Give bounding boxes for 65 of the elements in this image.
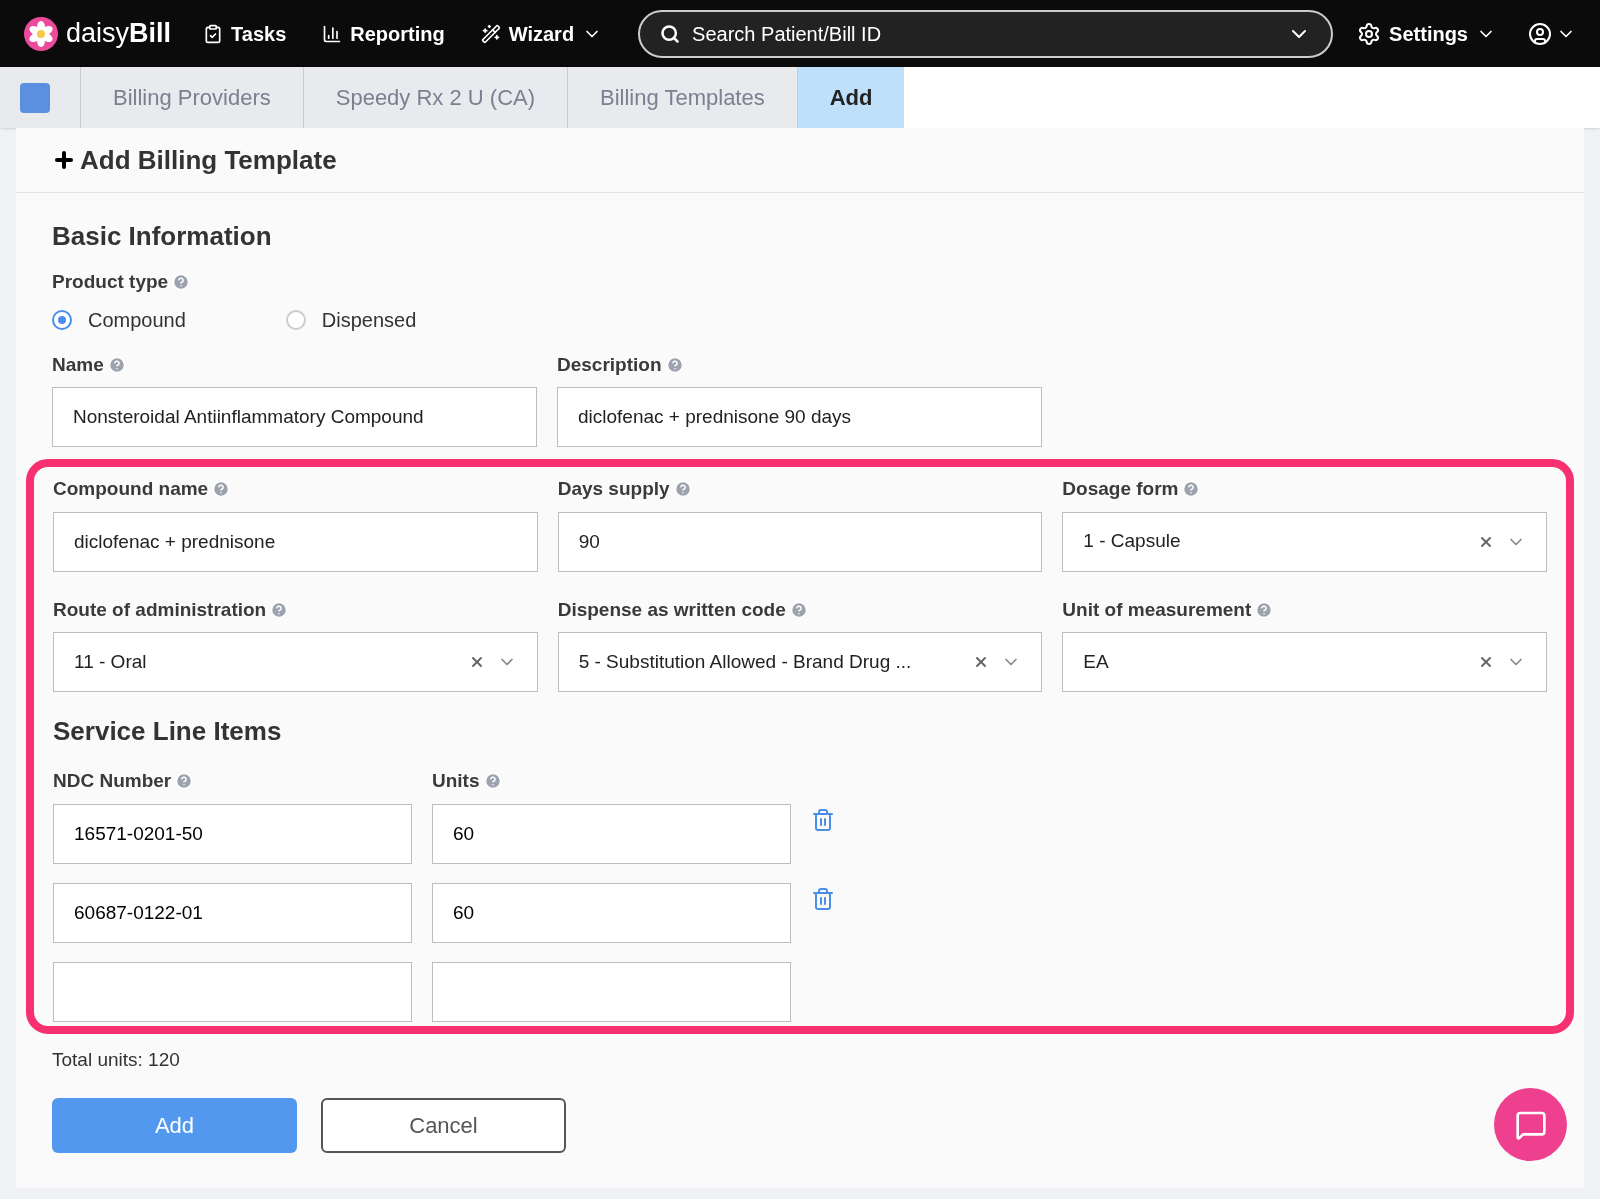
search-icon bbox=[660, 23, 681, 44]
search-field[interactable]: Search Patient/Bill ID bbox=[692, 18, 1276, 49]
units-field[interactable]: 60 bbox=[432, 882, 791, 943]
help-icon[interactable] bbox=[789, 600, 808, 619]
clear-icon[interactable] bbox=[1478, 654, 1494, 670]
field-label: NDC Number bbox=[53, 769, 172, 793]
field-label: Days supply bbox=[557, 477, 670, 501]
select-field[interactable]: 11 - Oral bbox=[53, 632, 538, 692]
magic-wand-icon bbox=[480, 23, 501, 44]
help-icon[interactable] bbox=[1182, 480, 1201, 499]
text-field[interactable]: Nonsteroidal Antiinflammatory Compound bbox=[52, 387, 537, 447]
radio-label: Compound bbox=[88, 307, 186, 333]
field-label: Product type bbox=[52, 270, 169, 294]
radio-button[interactable] bbox=[285, 309, 306, 330]
nav-item[interactable]: Wizard bbox=[480, 18, 603, 49]
field-label: Name bbox=[52, 352, 104, 377]
trash-icon[interactable] bbox=[811, 886, 835, 911]
section-heading: Service Line Items bbox=[53, 715, 283, 748]
text-field[interactable]: diclofenac + prednisone bbox=[53, 511, 538, 572]
field-label: Dispense as written code bbox=[557, 597, 786, 622]
ndc-field[interactable] bbox=[53, 961, 412, 1022]
field-label: Description bbox=[557, 352, 662, 377]
help-icon[interactable] bbox=[665, 355, 684, 374]
bar-chart-icon bbox=[322, 23, 343, 44]
ndc-field[interactable]: 60687-0122-01 bbox=[53, 882, 412, 943]
help-icon[interactable] bbox=[107, 355, 126, 374]
nav-item[interactable]: Tasks bbox=[203, 18, 287, 49]
radio-label: Dispensed bbox=[321, 307, 417, 333]
search-bar[interactable]: Search Patient/Bill ID bbox=[638, 9, 1334, 58]
units-field[interactable]: 60 bbox=[432, 803, 791, 864]
ndc-field[interactable]: 16571-0201-50 bbox=[53, 803, 412, 864]
field-label: Units bbox=[432, 769, 480, 793]
help-icon[interactable] bbox=[172, 273, 191, 292]
text-field[interactable]: 90 bbox=[557, 511, 1043, 572]
help-icon[interactable] bbox=[175, 772, 194, 791]
field-label: Compound name bbox=[53, 477, 209, 501]
plus-icon bbox=[52, 148, 76, 172]
cancel-button[interactable]: Cancel bbox=[321, 1098, 566, 1153]
text-field[interactable]: diclofenac + prednisone 90 days bbox=[557, 387, 1042, 447]
nav-item[interactable]: Reporting bbox=[322, 18, 445, 49]
radio-button[interactable] bbox=[52, 309, 72, 330]
help-icon[interactable] bbox=[483, 772, 502, 791]
help-icon[interactable] bbox=[212, 480, 231, 499]
form-title: Add Billing Template bbox=[80, 143, 337, 177]
section-heading: Basic Information bbox=[52, 220, 273, 253]
clipboard-icon bbox=[203, 23, 224, 44]
field-label: Dosage form bbox=[1062, 477, 1179, 501]
settings-icon bbox=[1357, 21, 1382, 46]
settings-menu[interactable]: Settings bbox=[1357, 18, 1496, 49]
provider-card-icon[interactable] bbox=[20, 82, 50, 113]
flower-logo-icon bbox=[24, 16, 58, 51]
breadcrumb-link[interactable]: Add bbox=[796, 67, 905, 128]
user-icon bbox=[1528, 21, 1552, 46]
units-field[interactable] bbox=[432, 961, 791, 1022]
select-field[interactable]: EA bbox=[1062, 632, 1547, 692]
total-units: Total units: 120 bbox=[52, 1047, 181, 1072]
field-label: Unit of measurement bbox=[1062, 597, 1252, 622]
field-label: Route of administration bbox=[53, 597, 267, 622]
help-icon[interactable] bbox=[673, 480, 692, 499]
select-field[interactable]: 1 - Capsule bbox=[1062, 511, 1547, 572]
help-icon[interactable] bbox=[270, 600, 289, 619]
logo-text[interactable]: daisyBill bbox=[66, 13, 172, 54]
select-field[interactable]: 5 - Substitution Allowed - Brand Drug ... bbox=[557, 632, 1043, 692]
trash-icon[interactable] bbox=[811, 807, 835, 832]
help-icon[interactable] bbox=[1255, 600, 1274, 619]
